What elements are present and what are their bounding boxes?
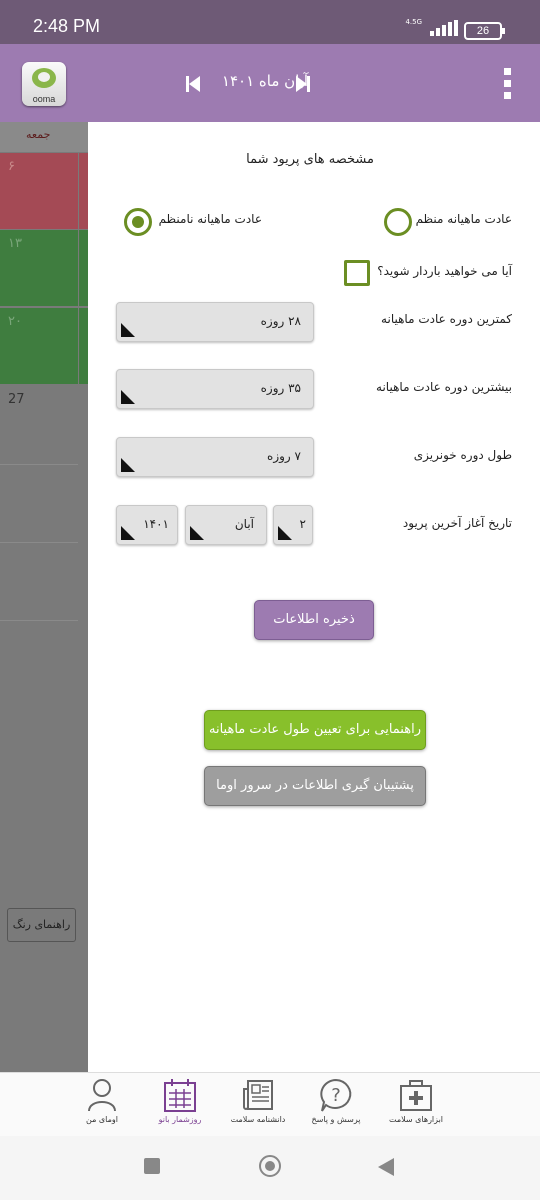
bottom-navigation: اومای من روزشمار بانو دانشنامه سلامت ? پ… — [0, 1072, 540, 1137]
nav-my-ooma[interactable]: اومای من — [62, 1077, 142, 1135]
nav-label: پرسش و پاسخ — [311, 1115, 361, 1124]
calendar-day[interactable]: 27 — [0, 386, 78, 462]
dropdown-arrow-icon — [121, 323, 135, 337]
bleeding-length-select[interactable]: ۷ روزه — [116, 437, 314, 477]
max-cycle-label: بیشترین دوره عادت ماهیانه — [376, 380, 512, 394]
status-bar: 2:48 PM 4.5G 26 — [0, 0, 540, 44]
min-cycle-label: کمترین دوره عادت ماهیانه — [381, 312, 512, 326]
signal-icon — [430, 20, 460, 36]
last-period-date-label: تاریخ آغاز آخرین پریود — [402, 516, 512, 530]
day-number: ۱۳ — [8, 236, 22, 251]
day-value: ۲ — [299, 517, 306, 531]
app-logo[interactable]: ooma — [22, 62, 66, 106]
calendar-day[interactable] — [79, 308, 88, 384]
nav-label: ابزارهای سلامت — [388, 1115, 444, 1124]
irregular-radio[interactable] — [124, 208, 152, 236]
dropdown-arrow-icon — [121, 390, 135, 404]
status-time: 2:48 PM — [33, 16, 101, 36]
calendar-day[interactable] — [0, 542, 78, 619]
nav-health-encyclopedia[interactable]: دانشنامه سلامت — [218, 1077, 298, 1135]
regular-radio[interactable] — [384, 208, 412, 236]
day-number: ۶ — [8, 159, 15, 174]
calendar-day[interactable] — [0, 464, 78, 541]
bleeding-length-label: طول دوره خونریزی — [413, 448, 512, 462]
month-title: آبان ماه ۱۴۰۱ — [221, 72, 309, 90]
panel-title: مشخصه های پریود شما — [246, 152, 374, 167]
recent-apps-icon[interactable] — [144, 1158, 160, 1174]
logo-text: ooma — [32, 94, 56, 104]
calendar-day[interactable] — [79, 230, 88, 306]
backup-button[interactable]: پشتیبان گیری اطلاعات در سرور اوما — [204, 766, 426, 806]
calendar-day[interactable]: ۱۳ — [0, 230, 78, 306]
month-value: آبان — [234, 517, 254, 531]
year-select[interactable]: ۱۴۰۱ — [116, 505, 178, 545]
next-month-icon[interactable] — [296, 76, 310, 92]
svg-text:?: ? — [331, 1085, 341, 1106]
day-select[interactable]: ۲ — [273, 505, 313, 545]
color-guide-button[interactable]: راهنمای رنگ — [7, 908, 76, 942]
pregnancy-checkbox[interactable] — [344, 260, 370, 286]
weekday-label: جمعه — [26, 128, 51, 141]
nav-label: دانشنامه سلامت — [230, 1115, 286, 1124]
newspaper-icon — [243, 1080, 273, 1110]
calendar-day[interactable]: ۶ — [0, 153, 78, 229]
pregnancy-question: آیا می خواهید باردار شوید؟ — [377, 264, 512, 278]
nav-label: روزشمار بانو — [158, 1115, 202, 1124]
regular-option-label: عادت ماهیانه منظم — [415, 212, 512, 226]
calendar-icon — [164, 1079, 196, 1112]
question-icon: ? — [320, 1079, 352, 1112]
network-indicator: 4.5G — [405, 18, 422, 26]
medical-kit-icon — [400, 1080, 432, 1111]
year-value: ۱۴۰۱ — [143, 517, 169, 531]
day-number: ۲۰ — [8, 314, 22, 329]
previous-month-icon[interactable] — [186, 76, 200, 92]
day-number: 27 — [8, 392, 25, 407]
nav-label: اومای من — [86, 1115, 118, 1124]
nav-questions[interactable]: ? پرسش و پاسخ — [296, 1077, 376, 1135]
overflow-menu-icon[interactable] — [504, 68, 512, 102]
dropdown-arrow-icon — [121, 458, 135, 472]
weekday-header: جمعه — [0, 122, 88, 152]
cycle-guide-button[interactable]: راهنمایی برای تعیین طول عادت ماهیانه — [204, 710, 426, 750]
dropdown-arrow-icon — [121, 526, 135, 540]
back-icon[interactable] — [378, 1158, 394, 1176]
dropdown-arrow-icon — [190, 526, 204, 540]
calendar-day[interactable] — [0, 620, 78, 697]
min-cycle-value: ۲۸ روزه — [260, 314, 301, 328]
dropdown-arrow-icon — [278, 526, 292, 540]
app-bar: ooma آبان ماه ۱۴۰۱ — [0, 44, 540, 122]
month-select[interactable]: آبان — [185, 505, 267, 545]
logo-swirl-icon — [32, 68, 56, 88]
user-icon — [88, 1079, 116, 1112]
max-cycle-value: ۳۵ روزه — [260, 381, 301, 395]
save-button[interactable]: ذخیره اطلاعات — [254, 600, 374, 640]
nav-health-tools[interactable]: ابزارهای سلامت — [376, 1077, 456, 1135]
battery-icon: 26 — [464, 22, 505, 40]
nav-calendar[interactable]: روزشمار بانو — [140, 1077, 220, 1135]
irregular-option-label: عادت ماهیانه نامنظم — [158, 212, 262, 226]
min-cycle-select[interactable]: ۲۸ روزه — [116, 302, 314, 342]
bleeding-length-value: ۷ روزه — [267, 449, 301, 463]
period-settings-panel: مشخصه های پریود شما عادت ماهیانه منظم عا… — [88, 122, 540, 1072]
system-navigation-bar — [0, 1136, 540, 1200]
max-cycle-select[interactable]: ۳۵ روزه — [116, 369, 314, 409]
calendar-day[interactable]: ۲۰ — [0, 308, 78, 384]
home-icon[interactable] — [259, 1155, 281, 1177]
calendar-day[interactable] — [79, 153, 88, 229]
